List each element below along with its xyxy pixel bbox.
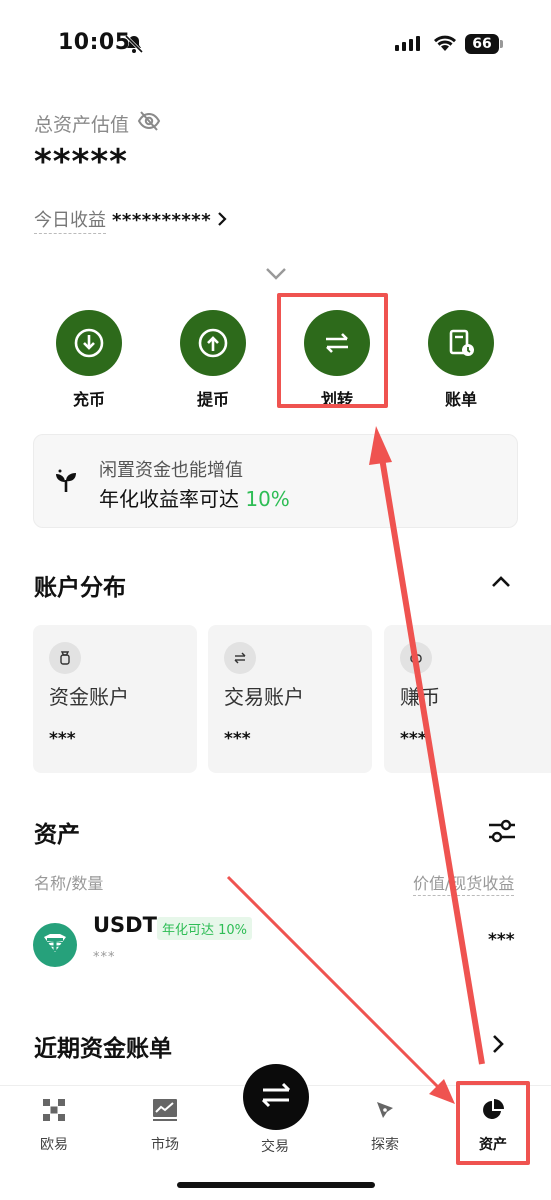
account-name: 赚币 — [400, 685, 440, 709]
expand-chevron-down-icon[interactable] — [265, 266, 287, 285]
tab-market[interactable]: 市场 — [130, 1098, 200, 1154]
signal-icon — [395, 36, 420, 51]
promo-title: 闲置资金也能增值 — [99, 460, 243, 481]
account-value: *** — [224, 729, 251, 749]
tab-label: 探索 — [371, 1137, 399, 1153]
wifi-icon — [432, 33, 458, 57]
home-indicator — [177, 1182, 375, 1188]
asset-apy-badge[interactable]: 年化可达 10% — [157, 917, 253, 940]
tab-explore[interactable]: 探索 — [350, 1098, 420, 1154]
bell-off-icon — [124, 34, 144, 58]
arrow-to-assets-tab — [226, 875, 440, 1089]
tab-trade-button[interactable] — [243, 1064, 309, 1130]
swap-icon — [224, 642, 256, 674]
withdraw-button[interactable]: 提币 — [168, 310, 258, 410]
collapse-chevron-up-icon[interactable] — [491, 573, 511, 592]
battery-tip — [500, 40, 503, 48]
withdraw-label: 提币 — [196, 390, 229, 409]
trade-swap-icon — [259, 1080, 293, 1114]
status-time: 10:05 — [58, 30, 131, 55]
okx-logo-icon — [19, 1098, 89, 1126]
eye-off-icon[interactable] — [137, 110, 161, 136]
recent-bills-title: 近期资金账单 — [34, 1036, 172, 1062]
piggy-icon — [400, 642, 432, 674]
usdt-logo-icon — [33, 923, 77, 971]
today-profit-row[interactable]: 今日收益 ********** — [34, 206, 227, 234]
account-name: 交易账户 — [224, 685, 304, 709]
tab-label: 欧易 — [40, 1137, 68, 1153]
asset-value: *** — [488, 930, 515, 950]
asset-name[interactable]: USDT — [93, 913, 157, 937]
promo-subtitle-text: 年化收益率可达 — [99, 487, 239, 511]
trading-account-card[interactable]: 交易账户 *** — [208, 625, 372, 773]
recent-bills-chevron-right-icon[interactable] — [492, 1034, 504, 1058]
sprout-icon — [52, 468, 80, 498]
deposit-button[interactable]: 充币 — [44, 310, 134, 410]
today-profit-label: 今日收益 — [34, 206, 106, 234]
bag-icon — [49, 642, 81, 674]
bill-button[interactable]: 账单 — [416, 310, 506, 410]
assets-tab-highlight-box — [456, 1081, 530, 1165]
chevron-right-icon — [217, 210, 227, 231]
deposit-label: 充币 — [72, 390, 105, 409]
column-value-profit[interactable]: 价值/现货收益 — [413, 870, 515, 896]
filter-sliders-icon[interactable] — [487, 818, 517, 848]
promo-percent: 10% — [245, 487, 290, 511]
tab-label: 市场 — [151, 1137, 179, 1153]
funding-account-card[interactable]: 资金账户 *** — [33, 625, 197, 773]
transfer-highlight-box — [277, 293, 388, 408]
promo-subtitle: 年化收益率可达 10% — [99, 483, 290, 512]
bill-label: 账单 — [444, 390, 477, 409]
battery-icon: 66 — [465, 34, 499, 54]
account-value: *** — [400, 729, 427, 749]
total-assets-value: ***** — [34, 142, 128, 182]
today-profit-value: ********** — [112, 209, 212, 231]
column-name-amount: 名称/数量 — [34, 874, 104, 893]
bill-icon — [428, 310, 494, 376]
asset-amount: *** — [93, 950, 116, 965]
account-name: 资金账户 — [49, 685, 129, 709]
upload-icon — [180, 310, 246, 376]
compass-icon — [350, 1098, 420, 1126]
account-value: *** — [49, 729, 76, 749]
download-icon — [56, 310, 122, 376]
market-chart-icon — [130, 1098, 200, 1126]
tab-okx[interactable]: 欧易 — [19, 1098, 89, 1154]
tab-label: 交易 — [261, 1139, 289, 1155]
account-distribution-title: 账户分布 — [34, 575, 126, 601]
total-assets-label: 总资产估值 — [34, 114, 130, 136]
earn-account-card[interactable]: 赚币 *** — [384, 625, 551, 773]
assets-title: 资产 — [34, 822, 80, 848]
